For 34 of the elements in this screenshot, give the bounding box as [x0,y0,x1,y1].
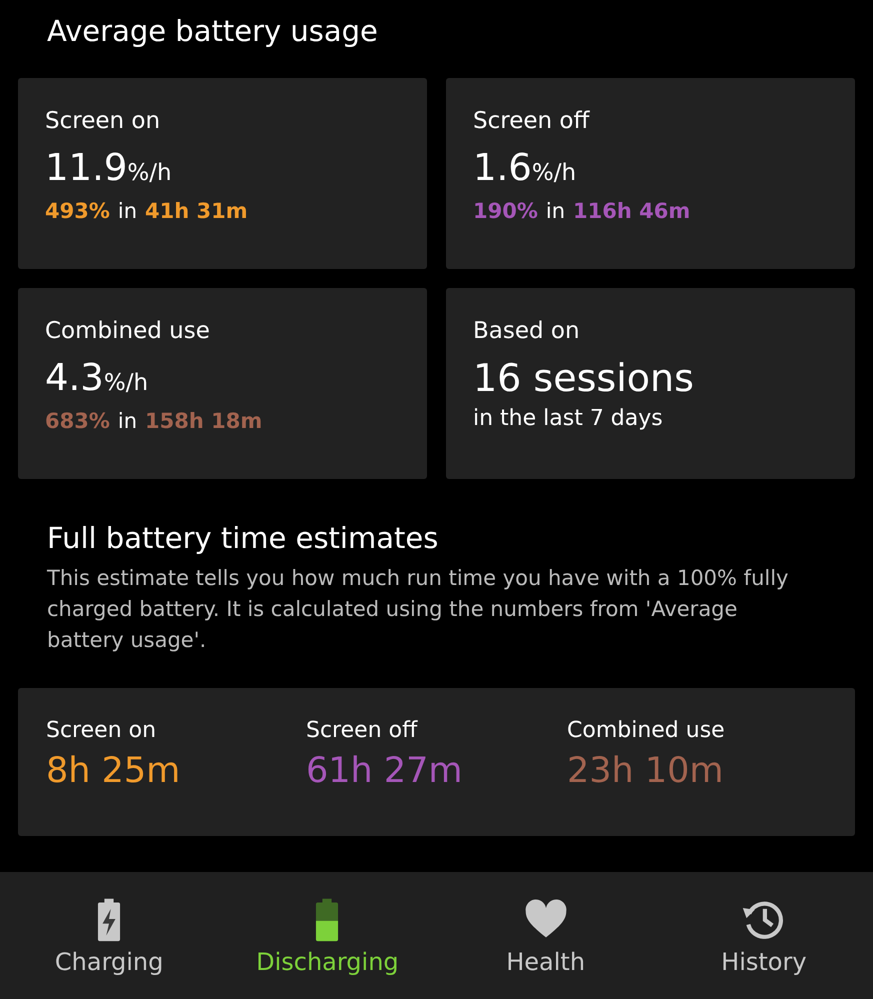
estimate-value: 8h 25m [46,751,180,791]
nav-tab[interactable]: Health [436,872,655,999]
percent-text: 493% [45,199,110,223]
estimate-label: Combined use [567,718,725,743]
card-label: Screen on [45,108,160,134]
rate-value: 11.9 [45,146,128,189]
estimate-value: 23h 10m [567,751,724,791]
percent-text: 683% [45,409,110,433]
section-title: Average battery usage [47,13,379,50]
rate-value: 4.3 [45,356,104,399]
joiner-text: in [546,199,566,223]
nav-tab[interactable]: Discharging [218,872,436,999]
sessions-period: in the last 7 days [473,406,663,431]
joiner-text: in [118,199,138,223]
nav-tab[interactable]: History [654,872,873,999]
rate-unit: %/h [104,370,148,396]
duration-text: 158h 18m [145,409,262,433]
description-text: This estimate tells you how much run time you have with a 100% fully charged battery. It is calculated using the numbers from 'Average battery usage'. [47,565,790,654]
percent-text: 190% [473,199,538,223]
duration-text: 41h 31m [145,199,248,223]
estimate-label: Screen off [306,718,418,743]
rate-unit: %/h [127,160,172,186]
joiner-text: in [118,409,138,433]
estimate-value: 61h 27m [306,751,462,791]
duration-text: 116h 46m [573,199,690,223]
rate-unit: %/h [532,160,576,186]
estimate-label: Screen on [46,718,156,743]
sessions-count: 16 sessions [473,356,694,400]
card-label: Based on [473,318,580,344]
nav-tab[interactable]: Charging [0,872,218,999]
card-label: Screen off [473,108,590,134]
card-label: Combined use [45,318,210,344]
rate-value: 1.6 [473,146,532,189]
section-title: Full battery time estimates [47,521,440,555]
